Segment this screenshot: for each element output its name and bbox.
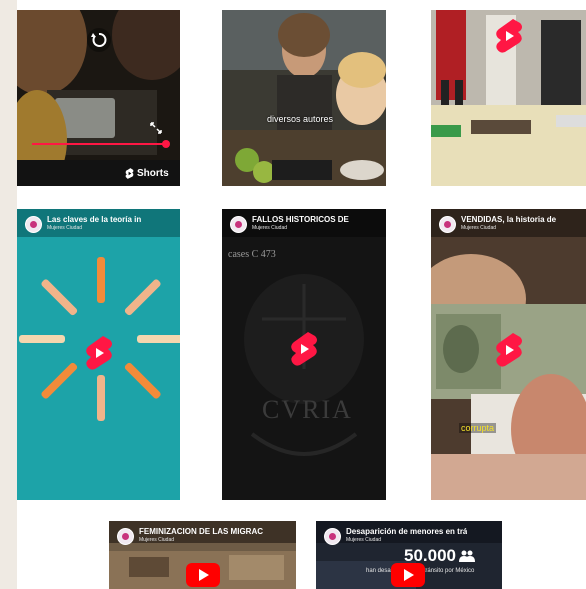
shorts-small-icon (125, 168, 134, 179)
left-margin (0, 0, 17, 589)
video-title[interactable]: FALLOS HISTÓRICOS DE (252, 216, 349, 224)
channel-header: Las claves de la teoría in Mujeres Ciuda… (25, 216, 174, 233)
channel-avatar[interactable] (439, 216, 456, 233)
video-title[interactable]: Desaparición de menores en trá (346, 528, 467, 536)
short-tile-6[interactable]: VENDIDAS, la historia de Mujeres Ciudad … (431, 209, 586, 500)
video-caption: corrupta (459, 423, 497, 433)
fullscreen-icon[interactable] (150, 121, 162, 134)
channel-name[interactable]: Mujeres Ciudad (139, 538, 263, 543)
channel-name[interactable]: Mujeres Ciudad (346, 538, 467, 543)
short-tile-2[interactable]: diversos autores (222, 10, 386, 186)
video-title[interactable]: FEMINIZACIÓN DE LAS MIGRAC (139, 528, 263, 536)
channel-name[interactable]: Mujeres Ciudad (461, 226, 556, 231)
channel-avatar[interactable] (117, 528, 134, 545)
channel-avatar[interactable] (25, 216, 42, 233)
channel-name[interactable]: Mujeres Ciudad (252, 226, 349, 231)
replay-icon[interactable] (87, 28, 111, 52)
short-tile-4[interactable]: Las claves de la teoría in Mujeres Ciuda… (17, 209, 180, 500)
youtube-play-icon[interactable] (186, 563, 220, 587)
shorts-logo-icon[interactable] (494, 332, 524, 368)
shorts-logo-icon[interactable] (84, 335, 114, 371)
channel-header: VENDIDAS, la historia de Mujeres Ciudad (439, 216, 580, 233)
channel-header: FALLOS HISTÓRICOS DE Mujeres Ciudad (230, 216, 380, 233)
shorts-logo-icon (496, 19, 522, 53)
video-caption: diversos autores (267, 114, 334, 124)
channel-name[interactable]: Mujeres Ciudad (47, 226, 141, 231)
video-title[interactable]: VENDIDAS, la historia de (461, 216, 556, 224)
short-tile-3[interactable] (431, 10, 586, 186)
people-icon (459, 550, 475, 562)
video-thumbnail (222, 10, 386, 186)
video-tile-7[interactable]: FEMINIZACIÓN DE LAS MIGRAC Mujeres Ciuda… (109, 521, 296, 589)
channel-header: Desaparición de menores en trá Mujeres C… (324, 528, 496, 545)
progress-bar[interactable] (32, 143, 167, 145)
youtube-play-icon[interactable] (391, 563, 425, 587)
shorts-overlay-label: Shorts (125, 168, 169, 179)
video-tile-8[interactable]: Desaparición de menores en trá Mujeres C… (316, 521, 502, 589)
short-tile-1[interactable]: Shorts (17, 10, 180, 186)
shorts-label: Shorts (137, 168, 169, 179)
video-caption: han desaparecido en tránsito por México (366, 568, 475, 574)
channel-header: FEMINIZACIÓN DE LAS MIGRAC Mujeres Ciuda… (117, 528, 290, 545)
short-tile-5[interactable]: FALLOS HISTÓRICOS DE Mujeres Ciudad case… (222, 209, 386, 500)
video-title[interactable]: Las claves de la teoría in (47, 216, 141, 224)
shorts-logo-icon[interactable] (289, 331, 319, 367)
seal-text: CVRIA (262, 395, 353, 424)
channel-avatar[interactable] (230, 216, 247, 233)
progress-handle[interactable] (162, 140, 170, 148)
channel-avatar[interactable] (324, 528, 341, 545)
case-text: cases C 473 (228, 249, 276, 260)
